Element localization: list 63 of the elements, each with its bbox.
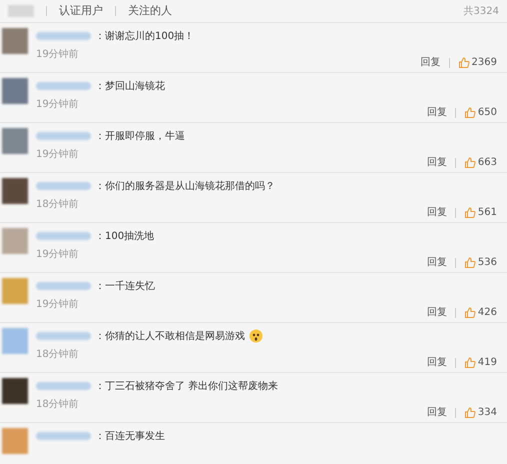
thumbs-up-icon [458, 56, 470, 68]
like-count[interactable]: 650 [478, 105, 497, 120]
blurred-username [36, 332, 91, 340]
thumbs-up-icon [464, 256, 476, 268]
like-count[interactable]: 426 [478, 305, 497, 320]
reply-link[interactable]: 回复 [426, 405, 447, 420]
comment-time: 18分钟前 [36, 198, 79, 212]
comment-text: ：一千连失忆 [95, 280, 155, 294]
reply-link[interactable]: 回复 [426, 355, 447, 370]
like-count[interactable]: 536 [478, 255, 497, 270]
thumbs-up-icon [464, 306, 476, 318]
comment-time: 18分钟前 [36, 398, 79, 412]
comment-text: ：你猜的让人不敢相信是网易游戏 [95, 330, 245, 344]
total-count: 共3324 [464, 4, 499, 18]
like-count[interactable]: 561 [478, 205, 497, 220]
blurred-username [36, 132, 91, 140]
comment-text: ：开服即停服，牛逼 [95, 130, 185, 144]
reply-link[interactable]: 回复 [426, 155, 447, 170]
thumbs-up-icon [464, 406, 476, 418]
filter-link[interactable]: 关注的人 [128, 2, 172, 20]
reply-link[interactable]: 回复 [426, 205, 447, 220]
reply-link[interactable]: 回复 [426, 105, 447, 120]
comment-text: ：丁三石被猪夺舍了 养出你们这帮废物来 [95, 380, 278, 394]
blurred-username [36, 32, 91, 40]
like-count[interactable]: 2369 [472, 55, 497, 70]
comment-time: 18分钟前 [36, 348, 79, 362]
blurred-username [36, 282, 91, 290]
comment-text: ：100抽洗地 [95, 230, 154, 244]
like-count[interactable]: 334 [478, 405, 497, 420]
comment-time: 19分钟前 [36, 248, 79, 262]
avatar-placeholder [2, 428, 28, 454]
comment-time: 19分钟前 [36, 298, 79, 312]
comment-text: ：你们的服务器是从山海镜花那借的吗？ [95, 180, 275, 194]
avatar-placeholder [2, 378, 28, 404]
thumbs-up-icon [464, 206, 476, 218]
comment-text: ：谢谢忘川的100抽！ [95, 30, 194, 44]
thumbs-up-icon [464, 356, 476, 368]
blurred-username [36, 182, 91, 190]
avatar-placeholder [2, 228, 28, 254]
like-count[interactable]: 419 [478, 355, 497, 370]
like-count[interactable]: 663 [478, 155, 497, 170]
thumbs-up-icon [464, 156, 476, 168]
blurred-placeholder [8, 5, 34, 17]
comment-time: 19分钟前 [36, 148, 79, 162]
comment-text: ：百连无事发生 [95, 430, 165, 444]
thumbs-up-icon [464, 106, 476, 118]
reply-link[interactable]: 回复 [426, 305, 447, 320]
blurred-username [36, 432, 91, 440]
blurred-username [36, 82, 91, 90]
avatar-placeholder [2, 78, 28, 104]
avatar-placeholder [2, 328, 28, 354]
blurred-username [36, 232, 91, 240]
filter-link[interactable]: 认证用户 [59, 2, 103, 20]
avatar-placeholder [2, 28, 28, 54]
comment-time: 19分钟前 [36, 48, 79, 62]
avatar-placeholder [2, 178, 28, 204]
blurred-username [36, 382, 91, 390]
avatar-placeholder [2, 128, 28, 154]
comment-time: 19分钟前 [36, 98, 79, 112]
comment-text: ：梦回山海镜花 [95, 80, 165, 94]
reply-link[interactable]: 回复 [426, 255, 447, 270]
avatar-placeholder [2, 278, 28, 304]
reply-link[interactable]: 回复 [420, 55, 441, 70]
